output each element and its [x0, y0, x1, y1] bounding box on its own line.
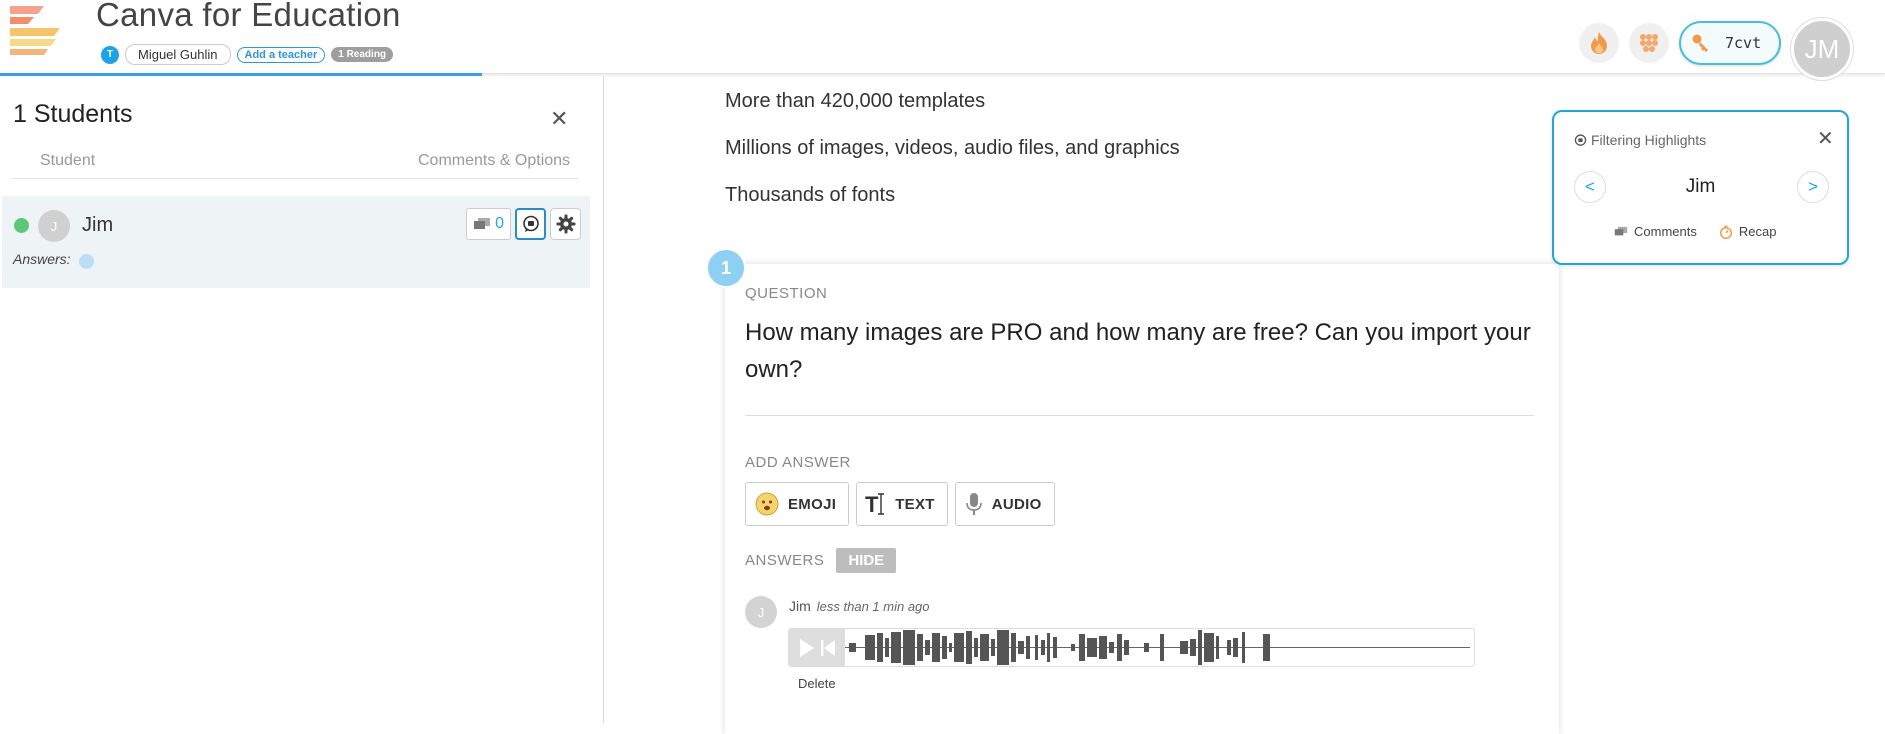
audio-player[interactable] — [788, 628, 1475, 667]
divider — [12, 178, 579, 179]
question-card: 1 QUESTION How many images are PRO and h… — [706, 248, 1559, 734]
comments-icon — [474, 218, 491, 229]
key-icon — [1692, 34, 1708, 52]
question-text: How many images are PRO and how many are… — [745, 319, 1531, 383]
flame-icon — [1591, 32, 1607, 54]
filter-header: Filtering Highlights — [1574, 132, 1706, 148]
class-code-button[interactable]: 7cvt — [1679, 21, 1781, 65]
add-answer-label: ADD ANSWER — [745, 454, 851, 471]
emoji-answer-button[interactable]: EMOJI — [745, 482, 850, 526]
filter-options: Comments Recap — [1614, 224, 1776, 239]
audio-answer-button[interactable]: AUDIO — [954, 482, 1055, 526]
top-bar: Canva for Education T Miguel Guhlin Add … — [0, 0, 1885, 80]
response-time: less than 1 min ago — [816, 599, 930, 614]
close-icon[interactable]: ✕ — [1817, 126, 1834, 151]
app-logo-icon — [10, 6, 60, 55]
answers-label: ANSWERS — [745, 552, 825, 569]
feature-item: Millions of images, videos, audio files,… — [725, 137, 1180, 159]
question-number: 1 — [706, 248, 746, 288]
dots-grid-icon — [1640, 34, 1658, 52]
class-meta: T Miguel Guhlin Add a teacher 1 Reading — [101, 44, 394, 65]
apps-button[interactable] — [1629, 23, 1669, 63]
text-cursor-icon: T — [865, 492, 885, 517]
text-answer-button[interactable]: T TEXT — [856, 482, 948, 526]
student-options-button[interactable] — [550, 208, 581, 240]
students-panel: 1 Students ✕ Student Comments & Options … — [0, 76, 604, 723]
header-actions: 7cvt JM — [1579, 6, 1853, 80]
student-avatar: J — [38, 210, 70, 242]
feature-item: More than 420,000 templates — [725, 90, 986, 112]
delete-response-link[interactable]: Delete — [798, 676, 836, 691]
response-avatar: J — [745, 596, 777, 628]
stopwatch-icon — [1719, 225, 1732, 239]
rewind-icon[interactable] — [821, 638, 835, 658]
students-panel-title: 1 Students — [13, 100, 133, 128]
gear-icon — [556, 214, 575, 234]
class-code: 7cvt — [1725, 34, 1762, 52]
response-author: Jim — [789, 598, 811, 614]
student-column-header: Student — [40, 152, 96, 169]
online-status-indicator — [14, 218, 29, 233]
teacher-name[interactable]: Miguel Guhlin — [125, 44, 231, 65]
filter-highlights-panel: Filtering Highlights ✕ < Jim > Comments … — [1552, 110, 1849, 265]
recap-filter-label: Recap — [1738, 224, 1777, 239]
chat-bubble-icon — [522, 215, 539, 232]
flame-button[interactable] — [1579, 23, 1619, 63]
audio-waveform[interactable] — [845, 629, 1473, 666]
reading-count-badge: 1 Reading — [331, 47, 394, 62]
highlight-filter-button[interactable] — [515, 208, 546, 240]
audio-button-label: AUDIO — [991, 495, 1042, 513]
teacher-badge: T — [101, 45, 119, 64]
emoji-button-label: EMOJI — [788, 495, 837, 513]
feature-list: More than 420,000 templates Millions of … — [725, 90, 1180, 231]
comments-count-button[interactable]: 0 — [466, 208, 511, 240]
question-label: QUESTION — [745, 285, 828, 302]
emoji-icon — [755, 492, 779, 516]
comment-count: 0 — [495, 215, 504, 232]
play-icon[interactable] — [799, 638, 815, 658]
player-controls — [789, 629, 845, 666]
response-meta: Jim less than 1 min ago — [789, 598, 930, 614]
user-avatar[interactable]: JM — [1791, 18, 1853, 80]
add-teacher-button[interactable]: Add a teacher — [236, 46, 326, 63]
recap-filter[interactable]: Recap — [1719, 224, 1777, 239]
student-name[interactable]: Jim — [82, 214, 113, 237]
svg-text:T: T — [865, 492, 879, 517]
chat-bubble-icon — [1574, 133, 1587, 146]
answers-label: Answers: — [13, 251, 71, 267]
answers-header: ANSWERS HIDE — [745, 548, 897, 573]
comments-icon — [1614, 226, 1628, 236]
text-button-label: TEXT — [895, 495, 935, 513]
options-column-header: Comments & Options — [418, 152, 571, 169]
divider — [745, 415, 1534, 416]
filter-title: Filtering Highlights — [1591, 132, 1707, 148]
microphone-icon — [965, 493, 982, 515]
student-row[interactable]: J Jim Answers: 0 — [2, 196, 590, 288]
close-icon[interactable]: ✕ — [550, 106, 568, 132]
comments-filter[interactable]: Comments — [1614, 224, 1697, 239]
answer-indicator[interactable] — [79, 254, 94, 269]
answer-type-buttons: EMOJI T TEXT AUDIO — [745, 482, 1055, 526]
hide-answers-button[interactable]: HIDE — [836, 548, 897, 573]
feature-item: Thousands of fonts — [725, 184, 896, 206]
comments-filter-label: Comments — [1634, 224, 1697, 239]
page-title: Canva for Education — [96, 0, 401, 33]
next-student-button[interactable]: > — [1797, 171, 1829, 203]
